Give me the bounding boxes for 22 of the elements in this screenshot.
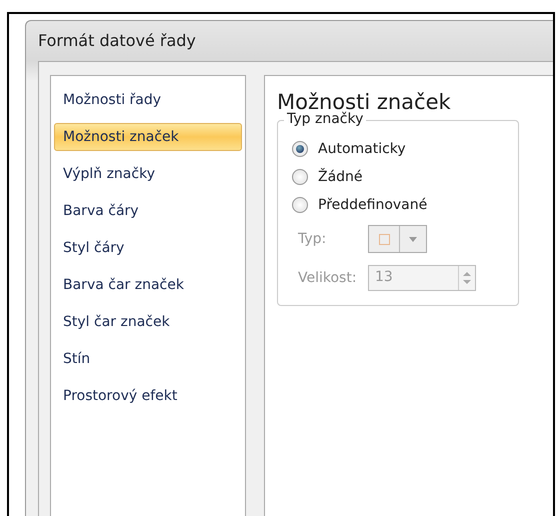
radio-button[interactable] (292, 141, 308, 157)
sidebar-item[interactable]: Stín (54, 345, 242, 373)
spinner-arrows-icon (463, 270, 471, 286)
sidebar-item[interactable]: Výplň značky (54, 160, 242, 188)
radio-button[interactable] (292, 169, 308, 185)
sidebar-item[interactable]: Prostorový efekt (54, 382, 242, 410)
sidebar-item[interactable]: Styl čar značek (54, 308, 242, 336)
sidebar-item[interactable]: Barva čar značek (54, 271, 242, 299)
radio-label: Žádné (318, 169, 363, 185)
square-marker-icon (378, 234, 390, 244)
sidebar-item[interactable]: Styl čáry (54, 234, 242, 262)
field-label: Typ: (298, 231, 328, 247)
field-label: Velikost: (298, 270, 358, 286)
group-legend: Typ značky (284, 111, 366, 127)
sidebar-item[interactable]: Barva čáry (54, 197, 242, 225)
dropdown-arrow-icon (409, 236, 417, 242)
radio-label: Předdefinované (318, 197, 428, 213)
sidebar-item[interactable]: Možnosti řady (54, 86, 242, 114)
sidebar-item[interactable]: Možnosti značek (54, 123, 242, 151)
radio-label: Automaticky (318, 141, 406, 157)
window-title: Formát datové řady (38, 31, 197, 52)
radio-button[interactable] (292, 197, 308, 213)
